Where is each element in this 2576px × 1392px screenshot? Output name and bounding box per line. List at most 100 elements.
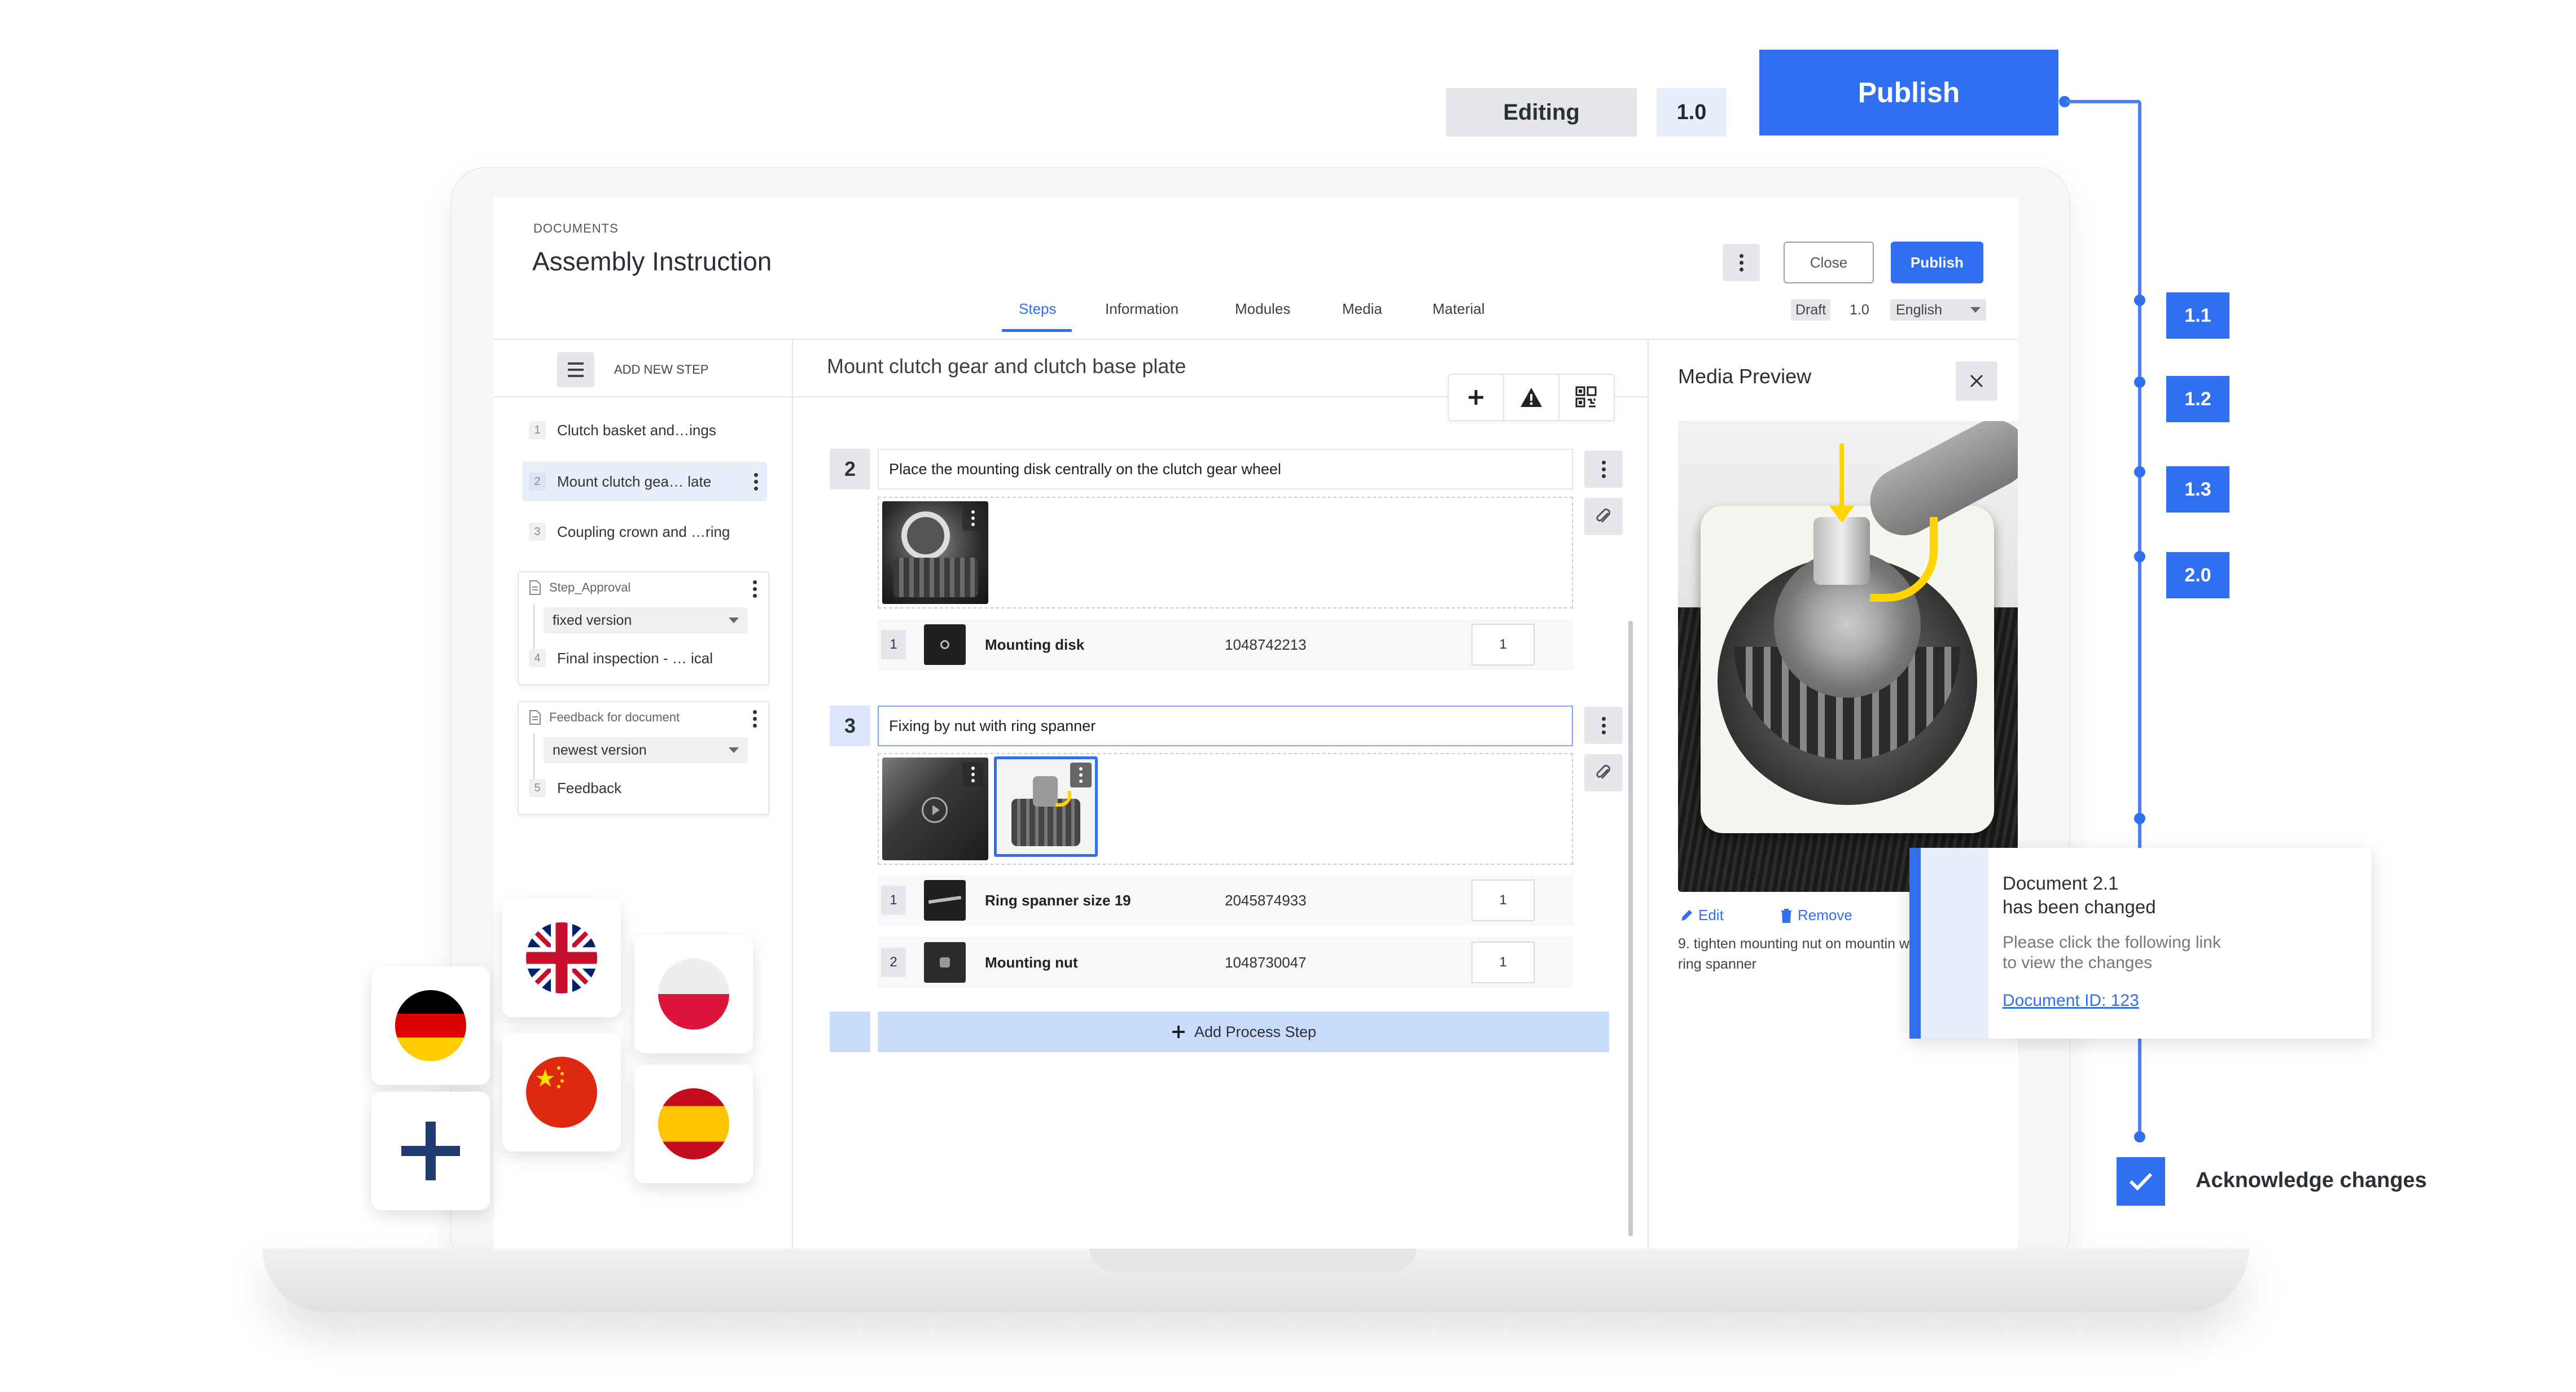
breadcrumb[interactable]: DOCUMENTS [533, 221, 619, 236]
step-group-approval[interactable]: Step_Approval fixed version 4 Final insp… [518, 571, 769, 685]
step-item-2[interactable]: 2 Mount clutch gea… late [522, 462, 767, 501]
group-title: Step_Approval [549, 580, 631, 594]
header-divider [494, 339, 2018, 340]
play-icon[interactable] [922, 797, 948, 823]
trash-icon [1781, 908, 1791, 923]
publish-button-large[interactable]: Publish [1759, 50, 2058, 135]
notification-accent-bar [1909, 848, 1921, 1039]
language-flag-spain[interactable] [634, 1065, 753, 1183]
warning-button[interactable] [1503, 374, 1558, 421]
attach-media-button[interactable] [1584, 754, 1623, 791]
version-select-value: fixed version [553, 612, 632, 628]
version-select[interactable]: newest version [544, 737, 748, 763]
hamburger-icon [568, 362, 584, 365]
process-step-text-input[interactable]: Fixing by nut with ring spanner [878, 706, 1573, 746]
material-row[interactable]: 2 Mounting nut 1048730047 1 [878, 937, 1573, 988]
step-item-3[interactable]: 3 Coupling crown and …ring [529, 523, 730, 541]
kebab-menu-icon [1079, 767, 1083, 783]
qr-code-icon [1575, 386, 1597, 408]
step-group-feedback[interactable]: Feedback for document newest version 5 F… [518, 701, 769, 815]
remove-media-button[interactable]: Remove [1780, 907, 1852, 924]
media-preview-close-button[interactable] [1956, 361, 1997, 401]
document-link[interactable]: Document ID: 123 [2003, 991, 2139, 1010]
version-box-1-2[interactable]: 1.2 [2166, 376, 2229, 422]
material-row[interactable]: 1 Ring spanner size 19 2045874933 1 [878, 875, 1573, 926]
version-box-1-3[interactable]: 1.3 [2166, 466, 2229, 513]
material-name: Mounting nut [985, 953, 1078, 971]
step-kebab-menu-icon[interactable] [754, 472, 758, 491]
language-flag-china[interactable] [502, 1033, 621, 1152]
notification-body: Please click the following link to view … [2003, 933, 2221, 973]
step-item-5[interactable]: 5 Feedback [529, 779, 621, 797]
tab-media[interactable]: Media [1342, 300, 1382, 318]
plus-icon [1172, 1026, 1185, 1038]
tab-steps[interactable]: Steps [1019, 300, 1057, 318]
quantity-input[interactable]: 1 [1471, 624, 1535, 666]
process-step-menu-button[interactable] [1584, 707, 1623, 744]
language-flag-united-kingdom[interactable] [502, 899, 621, 1017]
media-thumbnail-selected[interactable] [994, 756, 1098, 857]
media-thumbnail[interactable] [882, 501, 988, 604]
version-box-1-1[interactable]: 1.1 [2166, 292, 2229, 339]
left-column-divider [792, 340, 793, 1249]
add-language-button[interactable] [371, 1092, 490, 1210]
step-number: 1 [529, 421, 546, 439]
add-process-step-button[interactable]: Add Process Step [878, 1012, 1609, 1052]
acknowledge-label[interactable]: Acknowledge changes [2196, 1168, 2427, 1193]
video-thumbnail[interactable] [882, 758, 988, 860]
add-button[interactable] [1449, 374, 1503, 421]
add-process-step-label: Add Process Step [1194, 1023, 1317, 1040]
media-preview-title: Media Preview [1678, 365, 1812, 388]
thumbnail-menu[interactable] [962, 762, 984, 787]
tab-material[interactable]: Material [1432, 300, 1484, 318]
group-header: Feedback for document [529, 710, 680, 725]
language-flag-germany[interactable] [371, 966, 490, 1085]
step-item-1[interactable]: 1 Clutch basket and…ings [529, 421, 716, 439]
add-step-menu-button[interactable] [557, 352, 594, 387]
language-select[interactable]: English [1890, 299, 1986, 321]
thumbnail-menu[interactable] [962, 506, 984, 531]
thumbnail-menu[interactable] [1070, 763, 1092, 787]
group-kebab-menu-icon[interactable] [753, 580, 757, 598]
editor-scrollbar[interactable] [1628, 621, 1633, 1236]
edit-label: Edit [1698, 907, 1724, 923]
change-notification[interactable]: Document 2.1 has been changed Please cli… [1909, 848, 2371, 1039]
step-item-4[interactable]: 4 Final inspection - … ical [529, 649, 713, 667]
spain-flag-icon [658, 1088, 729, 1159]
document-icon [529, 710, 541, 725]
notification-title: Document 2.1 has been changed [2003, 872, 2156, 919]
tab-information[interactable]: Information [1105, 300, 1179, 318]
document-menu-button[interactable] [1723, 244, 1760, 281]
step-label: Mount clutch gea… late [557, 472, 712, 490]
material-index: 1 [881, 886, 906, 915]
language-flag-poland[interactable] [634, 935, 753, 1053]
group-title: Feedback for document [549, 710, 680, 724]
add-new-step-button[interactable]: ADD NEW STEP [614, 362, 708, 377]
step-number: 5 [529, 779, 546, 797]
editor-toolbar [1448, 374, 1615, 421]
version-select[interactable]: fixed version [544, 607, 748, 633]
close-button[interactable]: Close [1784, 242, 1874, 283]
material-row[interactable]: 1 Mounting disk 1048742213 1 [878, 619, 1573, 670]
process-step-menu-button[interactable] [1584, 450, 1623, 488]
group-kebab-menu-icon[interactable] [753, 710, 757, 728]
quantity-input[interactable]: 1 [1471, 942, 1535, 983]
edit-media-button[interactable]: Edit [1679, 907, 1724, 924]
active-tab-indicator [1002, 329, 1072, 332]
publish-button[interactable]: Publish [1891, 242, 1983, 283]
tab-modules[interactable]: Modules [1235, 300, 1290, 318]
acknowledge-checkbox[interactable] [2117, 1157, 2165, 1206]
kebab-menu-icon [1739, 253, 1743, 272]
material-index: 2 [881, 948, 906, 977]
process-step-text-input[interactable]: Place the mounting disk centrally on the… [878, 449, 1573, 489]
quantity-input[interactable]: 1 [1471, 879, 1535, 921]
material-index: 1 [881, 630, 906, 659]
attach-media-button[interactable] [1584, 498, 1623, 535]
notification-body-line2: to view the changes [2003, 953, 2153, 972]
material-number: 1048742213 [1225, 636, 1307, 653]
qr-code-button[interactable] [1558, 374, 1614, 421]
kebab-menu-icon [971, 510, 975, 526]
media-preview-image [1678, 421, 2018, 892]
laptop-notch [1089, 1249, 1417, 1271]
version-box-2-0[interactable]: 2.0 [2166, 552, 2229, 598]
